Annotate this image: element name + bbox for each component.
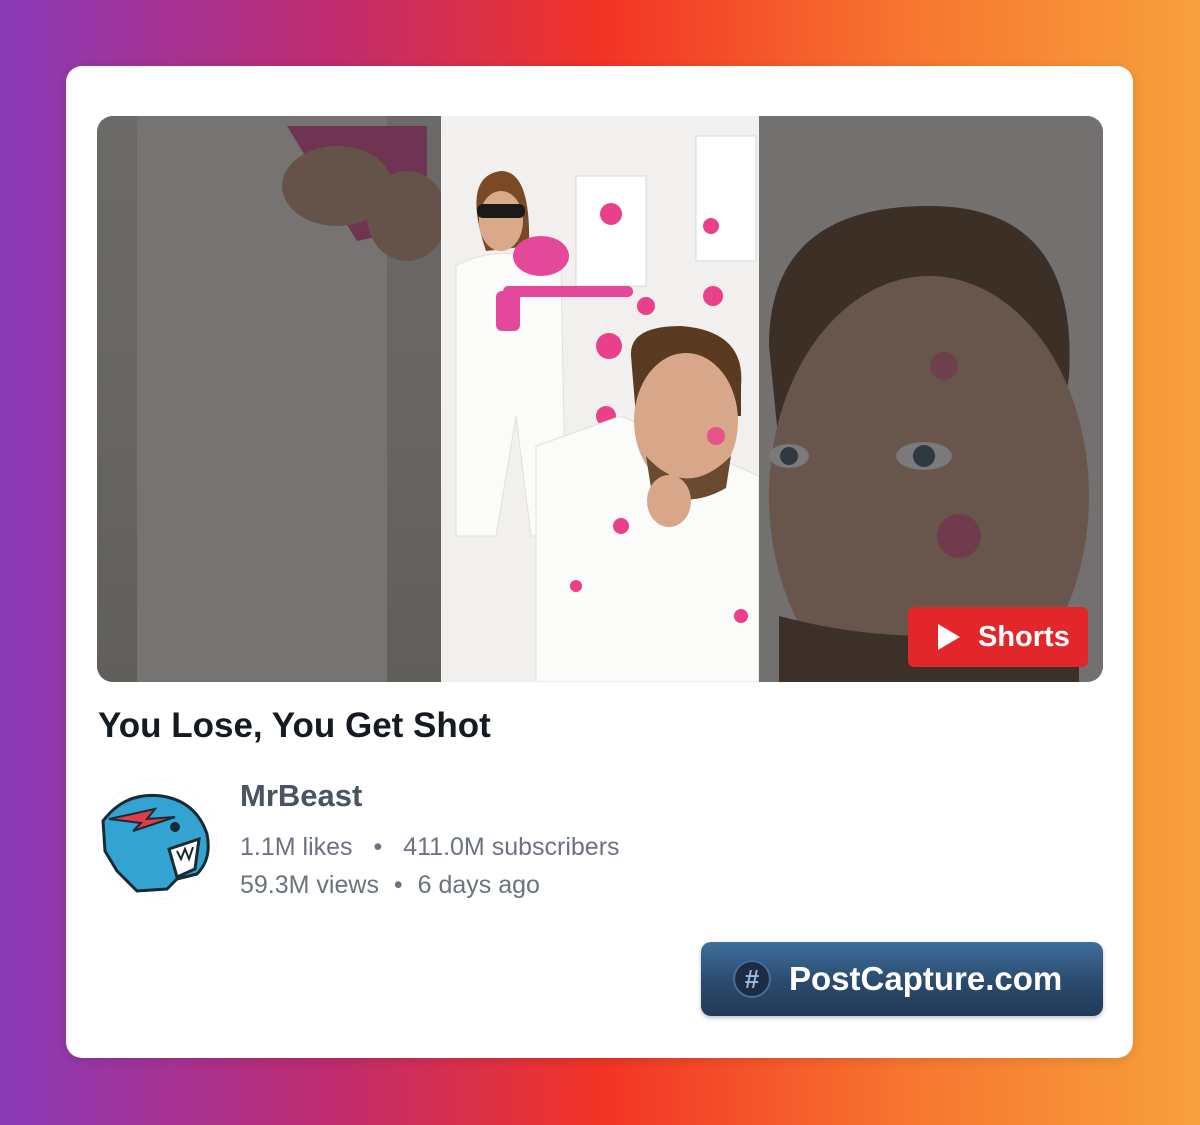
posted-time: 6 days ago [417,871,540,899]
subscriber-count: 411.0M subscribers [403,833,620,861]
post-card: Shorts You Lose, You Get Shot MrBeast 1.… [66,66,1133,1058]
thumbnail-left-panel [97,116,441,682]
thumbnail-center-panel [441,116,759,682]
thumbnail-right-panel [759,116,1103,682]
shorts-label: Shorts [978,620,1070,653]
shorts-badge[interactable]: Shorts [908,607,1088,667]
channel-avatar[interactable] [97,779,217,899]
stats-row: 1.1M likes • 411.0M subscribers [240,833,620,862]
postcapture-button[interactable]: # PostCapture.com [701,942,1103,1016]
postcapture-label: PostCapture.com [789,960,1063,997]
hash-icon: # [733,960,771,998]
separator-dot: • [373,833,383,861]
video-thumbnail[interactable]: Shorts [97,116,1103,682]
thumbnail-scene [441,116,759,682]
video-title[interactable]: You Lose, You Get Shot [98,706,491,746]
views-row: 59.3M views • 6 days ago [240,871,540,900]
channel-name[interactable]: MrBeast [240,778,362,814]
play-icon [938,624,960,650]
separator-dot: • [393,871,403,899]
panther-logo-icon [97,779,217,899]
view-count: 59.3M views [240,871,379,899]
likes-count: 1.1M likes [240,833,353,861]
